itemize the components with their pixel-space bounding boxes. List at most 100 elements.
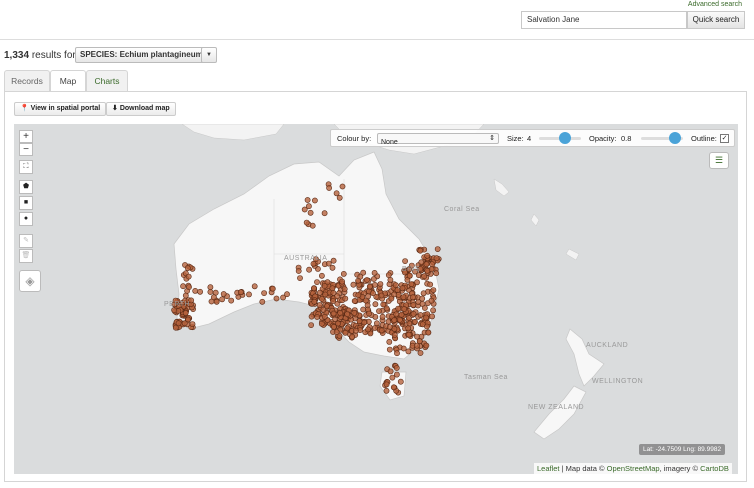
occurrence-point [207,284,214,291]
occurrence-point [417,247,424,254]
map-attribution: Leaflet | Map data © OpenStreetMap, imag… [534,463,732,474]
occurrence-point [388,295,395,302]
occurrence-point [423,314,429,321]
occurrence-point [390,384,397,391]
occurrence-point [318,320,325,327]
tab-map[interactable]: Map [50,70,86,92]
occurrence-point [318,272,325,279]
occurrence-point [339,278,345,285]
occurrence-point [365,326,371,333]
occurrence-point [197,288,203,295]
zoom-in-button[interactable]: + [19,130,33,143]
occurrence-point [391,332,398,338]
occurrence-point [284,291,290,298]
opacity-value: 0.8 [621,134,632,143]
quick-search-button[interactable]: Quick search [687,11,745,29]
occurrence-point [393,311,400,318]
occurrence-point [311,197,318,204]
occurrence-point [273,295,280,302]
occurrence-point [360,306,367,313]
occurrence-point [412,318,418,325]
opacity-slider-handle[interactable] [669,132,681,144]
occurrence-point [355,277,361,284]
tab-charts[interactable]: Charts [86,70,128,92]
occurrence-point [182,292,189,299]
occurrence-point [396,316,403,323]
species-filter-button[interactable]: SPECIES: Echium plantagineum [75,47,208,63]
map-marker-icon: 📍 [20,105,29,112]
tab-records[interactable]: Records [4,70,50,92]
label-coral-sea: Coral Sea [444,206,480,213]
occurrence-point [416,338,423,345]
occurrence-point [423,342,430,349]
fullscreen-icon[interactable]: ⛶ [19,160,33,174]
occurrence-point [186,284,192,290]
occurrence-point [251,283,258,290]
advanced-search-link[interactable]: Advanced search [688,1,742,8]
label-australia: AUSTRALIA [284,255,328,262]
occurrence-point [330,310,337,317]
occurrence-point [210,294,217,301]
occurrence-point [395,291,402,298]
label-perth: PERTH [164,301,191,308]
occurrence-point [428,297,435,304]
edit-icon[interactable]: ✎ [19,234,33,248]
occurrence-point [219,296,225,303]
map-options-bar: Colour by: None ⇕ Size: 4 Opacity: 0.8 O… [330,129,735,147]
outline-checkbox[interactable]: ✓ [720,134,729,143]
trash-icon[interactable]: 🗑 [19,249,33,263]
carto-link[interactable]: CartoDB [700,464,729,473]
occurrence-point [406,272,413,279]
occurrence-point [378,327,385,334]
occurrence-point [383,305,390,312]
occurrence-point [352,327,359,334]
view-spatial-portal-button[interactable]: 📍 View in spatial portal [14,102,107,116]
osm-link[interactable]: OpenStreetMap [607,464,660,473]
occurrence-point [351,309,358,316]
occurrence-point [305,203,312,210]
draw-rectangle-icon[interactable]: ■ [19,196,33,210]
draw-polygon-icon[interactable]: ⬟ [19,180,33,194]
occurrence-point [429,313,435,320]
select-arrows-icon: ⇕ [489,135,495,142]
occurrence-point [335,320,341,327]
occurrence-point [308,313,315,320]
occurrence-point [220,291,227,297]
occurrence-point [171,307,177,313]
download-map-button[interactable]: ⬇ Download map [106,102,176,116]
map-view[interactable]: AUSTRALIA Coral Sea Tasman Sea NEW ZEALA… [14,124,738,474]
occurrence-point [423,323,430,330]
occurrence-point [181,320,188,327]
occurrence-point [295,268,302,274]
chevron-down-icon[interactable]: ▼ [201,47,217,63]
occurrence-point [400,345,407,352]
occurrence-point [340,270,347,277]
occurrence-point [405,325,412,332]
occurrence-point [406,320,413,327]
spatial-portal-label: View in spatial portal [30,105,101,112]
label-wellington: WELLINGTON [592,378,644,385]
occurrence-point [418,259,425,266]
occurrence-point [185,273,192,280]
occurrence-point [417,350,424,356]
layers-icon[interactable]: ◈ [19,270,41,292]
search-input[interactable]: Salvation Jane [521,11,687,29]
legend-list-icon[interactable]: ☰ [709,152,729,169]
occurrence-point [424,252,431,259]
header-divider [0,39,754,40]
occurrence-point [297,275,303,281]
occurrence-point [303,219,310,226]
occurrence-point [320,306,327,313]
colour-by-select[interactable]: None ⇕ [377,133,499,146]
occurrence-point [356,318,363,324]
occurrence-point [341,286,348,292]
occurrence-point [237,289,244,296]
draw-circle-icon[interactable]: ● [19,212,33,226]
occurrence-point [330,257,337,264]
occurrence-point [433,270,440,277]
occurrence-point [433,255,440,262]
leaflet-link[interactable]: Leaflet [537,464,560,473]
size-slider-handle[interactable] [559,132,571,144]
occurrence-point [333,329,340,335]
zoom-out-button[interactable]: − [19,143,33,156]
